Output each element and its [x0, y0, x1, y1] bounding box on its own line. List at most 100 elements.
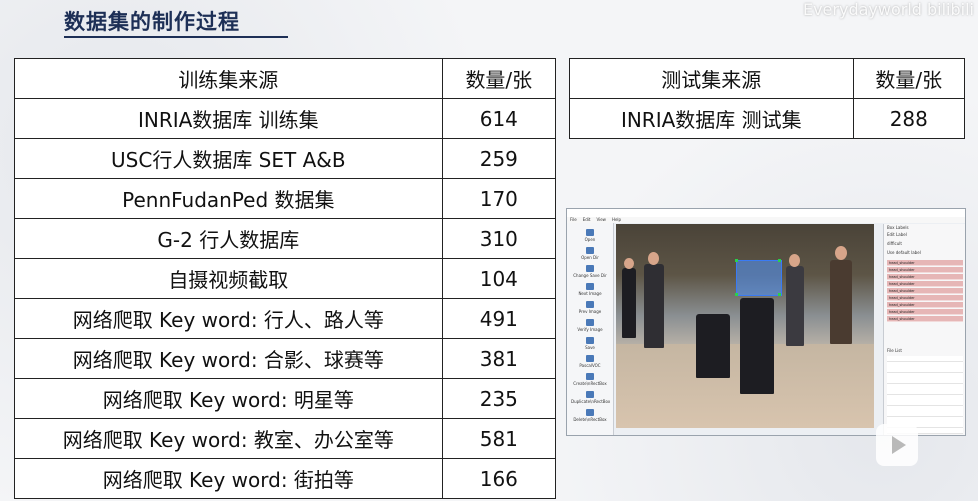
tool-label: Change Save Dir	[573, 273, 607, 278]
bounding-box	[736, 260, 782, 296]
label-list-item: head_shoulder	[887, 260, 963, 266]
label-list-item: head_shoulder	[887, 274, 963, 280]
tool-icon	[586, 391, 594, 398]
label-list-item: head_shoulder	[887, 281, 963, 287]
source-cell: USC行人数据库 SET A&B	[14, 138, 443, 179]
dancer-figure	[696, 314, 730, 378]
bystander-head	[835, 246, 847, 260]
source-cell: 网络爬取 Key word: 教室、办公室等	[14, 418, 443, 459]
menu-item: File	[570, 217, 577, 222]
dancer-figure	[740, 298, 774, 394]
slide-title: 数据集的制作过程	[64, 10, 240, 34]
bystander-figure	[644, 264, 664, 348]
table-row: 网络爬取 Key word: 教室、办公室等 581	[14, 418, 557, 459]
source-cell: PennFudanPed 数据集	[14, 178, 443, 219]
title-underline	[64, 36, 288, 38]
label-list-item: head_shoulder	[887, 309, 963, 315]
screenshot-photo	[616, 224, 874, 428]
test-source-table: 测试集来源 数量/张 INRIA数据库 测试集 288	[569, 58, 966, 139]
toolbar-button: Next Image	[571, 283, 609, 297]
header-count: 数量/张	[441, 58, 557, 99]
tool-icon	[586, 247, 594, 254]
toolbar-button: Create\nRectBox	[571, 373, 609, 387]
menu-item: Edit	[582, 217, 591, 222]
label-list-item: head_shoulder	[887, 316, 963, 322]
screenshot-toolbar: Open Open Dir Change Save Dir Next Image Pre…	[567, 223, 614, 435]
tool-icon	[586, 301, 594, 308]
screenshot-menubar: File Edit View Help	[567, 217, 965, 223]
labelimg-screenshot: File Edit View Help Open Open Dir Change Save…	[566, 208, 966, 436]
tool-icon	[586, 229, 594, 236]
screenshot-titlebar	[567, 209, 965, 217]
tool-icon	[586, 409, 594, 416]
screenshot-side-panel: Box Labels Edit Label difficult Use defa…	[883, 224, 965, 435]
default-label-checkbox: Use default label	[887, 250, 921, 255]
table-row: 自摄视频截取 104	[14, 258, 557, 299]
play-button[interactable]	[876, 424, 918, 466]
header-source: 训练集来源	[14, 58, 443, 99]
table-row: G-2 行人数据库 310	[14, 218, 557, 259]
bbox-corner	[735, 293, 738, 296]
source-cell: INRIA数据库 训练集	[14, 98, 443, 139]
count-cell: 166	[441, 458, 557, 499]
table-row: 网络爬取 Key word: 街拍等 166	[14, 458, 557, 499]
bystander-figure	[622, 268, 636, 338]
table-row: 网络爬取 Key word: 行人、路人等 491	[14, 298, 557, 339]
bbox-corner	[778, 293, 781, 296]
table-header-row: 测试集来源 数量/张	[569, 58, 966, 99]
menu-item: View	[596, 217, 606, 222]
tool-label: Verify Image	[577, 327, 603, 332]
toolbar-button: Save	[571, 337, 609, 351]
toolbar-button: Duplicate\nRectBox	[571, 391, 611, 405]
label-list-item: head_shoulder	[887, 288, 963, 294]
tool-icon	[586, 337, 594, 344]
tool-label: Delete\nRectBox	[573, 417, 607, 422]
header-count: 数量/张	[852, 58, 966, 99]
table-row: 网络爬取 Key word: 明星等 235	[14, 378, 557, 419]
tool-label: Duplicate\nRectBox	[571, 399, 611, 404]
train-source-table: 训练集来源 数量/张 INRIA数据库 训练集 614 USC行人数据库 SET A…	[14, 58, 557, 499]
label-list-item: head_shoulder	[887, 295, 963, 301]
table-header-row: 训练集来源 数量/张	[14, 58, 557, 99]
count-cell: 170	[441, 178, 557, 219]
toolbar-button: Open Dir	[571, 247, 609, 261]
source-cell: 网络爬取 Key word: 明星等	[14, 378, 443, 419]
bbox-corner	[735, 259, 738, 262]
tool-icon	[586, 319, 594, 326]
watermark: Everydayworld bilibili	[802, 0, 974, 19]
toolbar-button: PascalVOC	[571, 355, 609, 369]
tool-label: Create\nRectBox	[573, 381, 607, 386]
bystander-figure	[830, 260, 852, 344]
source-cell: 自摄视频截取	[14, 258, 443, 299]
tool-label: Open	[584, 237, 596, 242]
toolbar-button: Verify Image	[571, 319, 609, 333]
tool-icon	[586, 373, 594, 380]
label-list-item: head_shoulder	[887, 302, 963, 308]
table-row: INRIA数据库 训练集 614	[14, 98, 557, 139]
label-list-item: head_shoulder	[887, 267, 963, 273]
tool-icon	[586, 283, 594, 290]
source-cell: INRIA数据库 测试集	[569, 98, 854, 139]
tool-icon	[586, 265, 594, 272]
file-list-title: File List	[887, 348, 902, 353]
bystander-head	[624, 258, 634, 269]
table-row: 网络爬取 Key word: 合影、球赛等 381	[14, 338, 557, 379]
tool-label: PascalVOC	[579, 363, 601, 368]
count-cell: 581	[441, 418, 557, 459]
count-cell: 310	[441, 218, 557, 259]
toolbar-button: Delete\nRectBox	[571, 409, 609, 423]
table-row: USC行人数据库 SET A&B 259	[14, 138, 557, 179]
source-cell: 网络爬取 Key word: 行人、路人等	[14, 298, 443, 339]
count-cell: 491	[441, 298, 557, 339]
bystander-head	[789, 254, 800, 267]
tool-label: Save	[585, 345, 595, 350]
bystander-head	[648, 252, 659, 265]
edit-label-button: Edit Label	[887, 232, 907, 237]
tool-label: Next Image	[578, 291, 602, 296]
tool-label: Prev Image	[578, 309, 602, 314]
count-cell: 614	[441, 98, 557, 139]
count-cell: 381	[441, 338, 557, 379]
count-cell: 104	[441, 258, 557, 299]
source-cell: 网络爬取 Key word: 街拍等	[14, 458, 443, 499]
header-source: 测试集来源	[569, 58, 854, 99]
